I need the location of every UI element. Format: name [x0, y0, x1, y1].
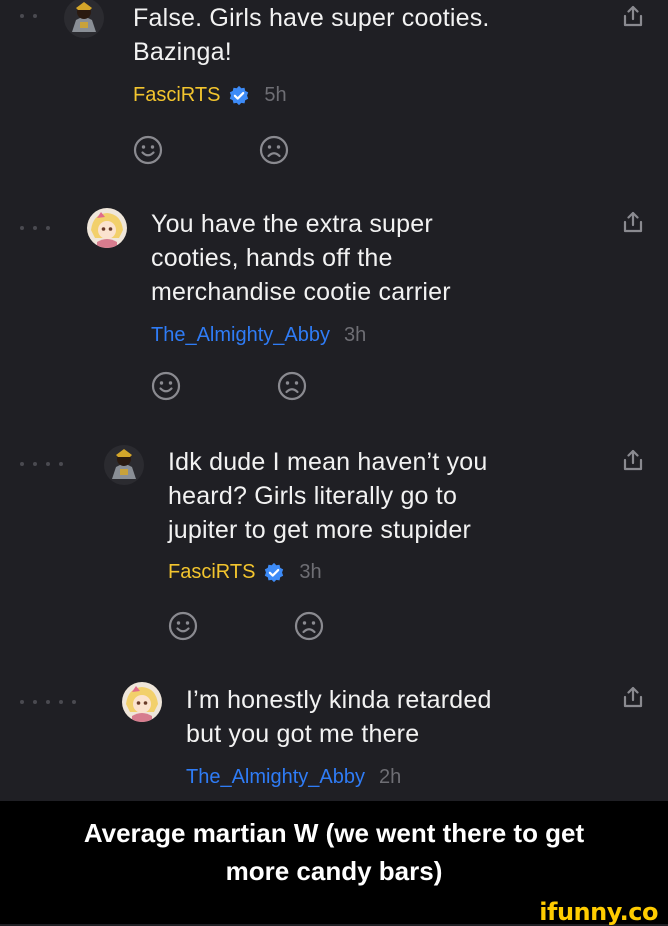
comment-text: False. Girls have super cooties. Bazinga…: [133, 4, 490, 66]
username-link[interactable]: FasciRTS: [168, 561, 255, 584]
frown-icon[interactable]: [259, 135, 289, 165]
anime-girl-avatar-icon[interactable]: [122, 682, 162, 722]
username-link[interactable]: The_Almighty_Abby: [151, 324, 330, 347]
share-icon[interactable]: [622, 448, 644, 472]
ifunny-watermark: ifunny.co: [539, 898, 658, 926]
meme-caption: Average martian W (we went there to get …: [0, 801, 668, 903]
reaction-buttons: [151, 371, 307, 401]
username-link[interactable]: FasciRTS: [133, 84, 220, 107]
thread-depth-dots: [20, 14, 37, 18]
timestamp: 3h: [343, 324, 367, 346]
caption-text: Average martian W (we went there to get …: [83, 818, 585, 886]
comment-text: I’m honestly kinda retarded but you got …: [186, 686, 492, 748]
anime-girl-avatar-icon[interactable]: [87, 208, 127, 248]
thread-depth-dots: [20, 462, 63, 466]
knight-avatar-icon[interactable]: [64, 0, 104, 38]
frown-icon[interactable]: [294, 611, 324, 641]
reaction-buttons: [133, 135, 289, 165]
username-link[interactable]: The_Almighty_Abby: [186, 766, 365, 789]
smile-icon[interactable]: [168, 611, 198, 641]
comment-meta: The_Almighty_Abby 3h: [151, 324, 366, 347]
share-icon[interactable]: [622, 210, 644, 234]
comment-meta: The_Almighty_Abby 2h: [186, 766, 401, 789]
timestamp: 5h: [264, 84, 287, 106]
share-icon[interactable]: [622, 4, 644, 28]
frown-icon[interactable]: [277, 371, 307, 401]
timestamp: 2h: [378, 766, 402, 788]
knight-avatar-icon[interactable]: [104, 445, 144, 485]
smile-icon[interactable]: [133, 135, 163, 165]
reaction-buttons: [168, 611, 324, 641]
timestamp: 3h: [299, 561, 322, 583]
thread-depth-dots: [20, 700, 76, 704]
smile-icon[interactable]: [151, 371, 181, 401]
comment-text: You have the extra super cooties, hands …: [151, 210, 451, 306]
share-icon[interactable]: [622, 685, 644, 709]
comment-meta: FasciRTS 5h: [133, 84, 287, 107]
verified-badge-icon: [265, 562, 284, 582]
comment-text: Idk dude I mean haven’t you heard? Girls…: [168, 448, 488, 544]
comment-meta: FasciRTS 3h: [168, 561, 322, 584]
thread-depth-dots: [20, 226, 50, 230]
verified-badge-icon: [230, 85, 249, 105]
